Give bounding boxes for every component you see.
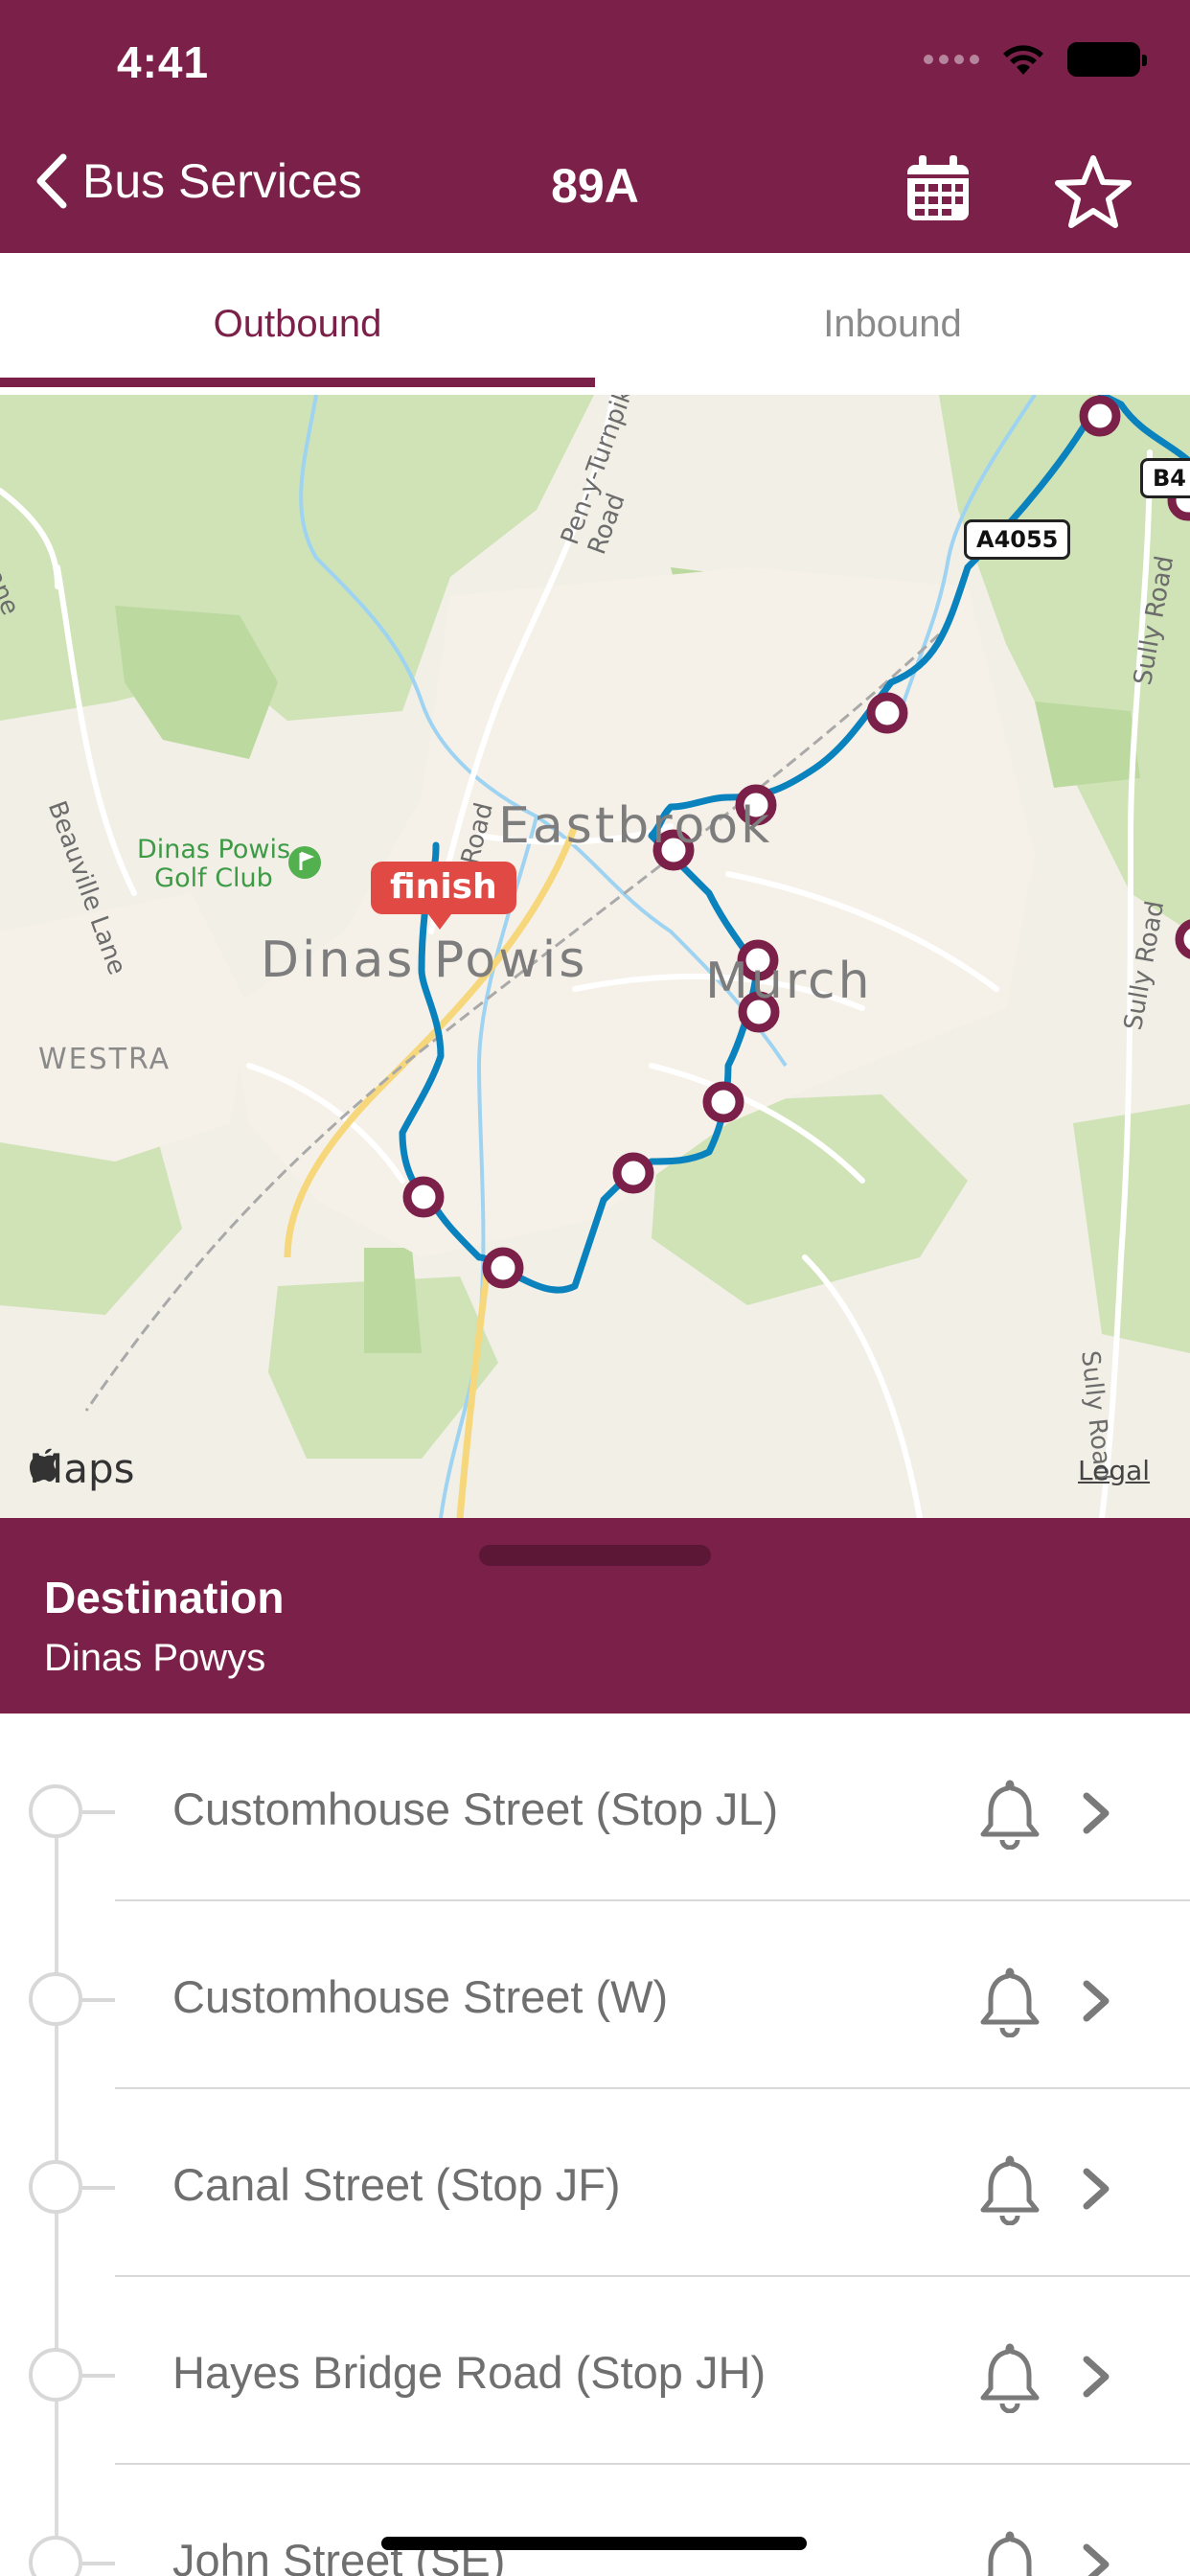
- chevron-right-icon[interactable]: [1077, 2542, 1115, 2576]
- wifi-icon: [1003, 45, 1043, 75]
- road-shield-a4055: A4055: [964, 519, 1071, 560]
- back-button[interactable]: Bus Services: [34, 153, 362, 209]
- status-indicators: [924, 42, 1147, 77]
- apple-maps-logo: Maps: [29, 1445, 135, 1492]
- stop-name: Customhouse Street (Stop JL): [172, 1783, 779, 1834]
- timeline-node: [29, 1972, 82, 2026]
- bell-icon[interactable]: [975, 2152, 1044, 2225]
- stop-row[interactable]: John Street (SE): [0, 2465, 1190, 2576]
- timeline-tick: [82, 2562, 115, 2565]
- chevron-right-icon[interactable]: [1077, 2354, 1115, 2400]
- route-map[interactable]: Eastbrook Dinas Powis Murch WESTRA Beauv…: [0, 395, 1190, 1518]
- stop-row[interactable]: Customhouse Street (W): [0, 1901, 1190, 2089]
- map-label-golf-club: Dinas Powis Golf Club: [136, 835, 291, 893]
- map-label-dinas-powis: Dinas Powis: [261, 932, 588, 989]
- map-canvas: [0, 395, 1190, 1518]
- chevron-right-icon[interactable]: [1077, 1790, 1115, 1836]
- timeline-node: [29, 2160, 82, 2214]
- stop-row[interactable]: Customhouse Street (Stop JL): [0, 1714, 1190, 1901]
- destination-heading: Destination: [44, 1573, 285, 1622]
- status-time: 4:41: [117, 37, 210, 87]
- legal-link[interactable]: Legal: [1078, 1455, 1150, 1486]
- bell-icon[interactable]: [975, 2528, 1044, 2576]
- drag-handle[interactable]: [479, 1545, 711, 1566]
- bell-icon[interactable]: [975, 2340, 1044, 2413]
- destination-name: Dinas Powys: [44, 1637, 266, 1679]
- destination-panel: Destination Dinas Powys: [0, 1518, 1190, 1714]
- back-button-label: Bus Services: [82, 154, 362, 208]
- signal-icon: [924, 55, 979, 64]
- chevron-left-icon: [36, 153, 67, 209]
- bell-icon[interactable]: [975, 1777, 1044, 1850]
- timeline-node: [29, 2348, 82, 2402]
- map-label-eastbrook: Eastbrook: [498, 797, 773, 855]
- battery-icon: [1067, 42, 1147, 77]
- road-shield-b4: B4: [1140, 458, 1190, 498]
- app-screen: 4:41 Bus Services 89A Outbound Inbound E…: [0, 0, 1190, 2576]
- bell-icon[interactable]: [975, 1965, 1044, 2037]
- timeline-tick: [82, 2374, 115, 2378]
- map-label-murch: Murch: [705, 953, 873, 1010]
- home-indicator[interactable]: [381, 2537, 807, 2550]
- stop-row[interactable]: Canal Street (Stop JF): [0, 2089, 1190, 2277]
- golf-icon: [288, 846, 321, 879]
- timeline-node: [29, 1784, 82, 1838]
- finish-marker[interactable]: finish: [371, 862, 516, 930]
- direction-tabs: Outbound Inbound: [0, 253, 1190, 395]
- stop-row[interactable]: Hayes Bridge Road (Stop JH): [0, 2277, 1190, 2465]
- stop-name: Canal Street (Stop JF): [172, 2159, 621, 2210]
- timeline-tick: [82, 1810, 115, 1814]
- apple-logo-icon: [30, 1448, 58, 1482]
- stop-list: Customhouse Street (Stop JL) Customhouse…: [0, 1714, 1190, 2576]
- chevron-right-icon[interactable]: [1077, 1978, 1115, 2024]
- calendar-button[interactable]: [905, 153, 971, 222]
- tab-inbound[interactable]: Inbound: [595, 253, 1190, 395]
- stop-name: Hayes Bridge Road (Stop JH): [172, 2347, 767, 2398]
- timeline-tick: [82, 1998, 115, 2002]
- stop-name: Customhouse Street (W): [172, 1971, 669, 2022]
- star-icon[interactable]: [1054, 153, 1133, 230]
- timeline-tick: [82, 2186, 115, 2190]
- tab-outbound[interactable]: Outbound: [0, 253, 595, 395]
- header-bar: 4:41 Bus Services 89A: [0, 0, 1190, 253]
- page-title: 89A: [551, 159, 639, 213]
- timeline-node: [29, 2536, 82, 2576]
- map-label-westra: WESTRA: [38, 1043, 172, 1076]
- chevron-right-icon[interactable]: [1077, 2166, 1115, 2212]
